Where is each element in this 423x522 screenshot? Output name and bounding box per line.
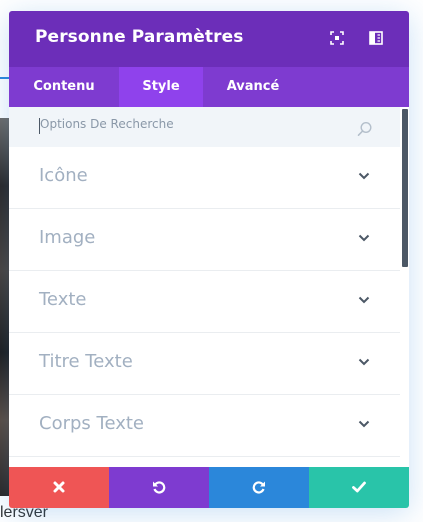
check-icon (352, 481, 366, 493)
section-label: Icône (39, 165, 88, 186)
chevron-down-icon (358, 234, 370, 242)
redo-button[interactable] (209, 467, 309, 508)
search-input[interactable]: Options De Recherche (40, 117, 340, 131)
tab-contenu[interactable]: Contenu (9, 67, 119, 107)
section-label: Image (39, 227, 96, 248)
chevron-down-icon (358, 172, 370, 180)
section-icone[interactable]: Icône (9, 147, 400, 209)
search-icon[interactable] (357, 121, 373, 137)
expand-icon[interactable] (330, 31, 344, 45)
undo-button[interactable] (109, 467, 209, 508)
settings-modal: Personne Paramètres Contenu Style Avancé… (9, 11, 409, 508)
split-view-icon[interactable] (369, 31, 383, 45)
section-label: Texte (39, 289, 87, 310)
tab-avance[interactable]: Avancé (203, 67, 303, 107)
modal-title: Personne Paramètres (35, 27, 244, 47)
settings-sections: Icône Image Texte Titre Texte Corps Text… (9, 147, 400, 467)
tab-style[interactable]: Style (119, 67, 203, 107)
undo-icon (153, 481, 166, 494)
save-button[interactable] (309, 467, 409, 508)
section-corps-texte[interactable]: Corps Texte (9, 395, 400, 457)
search-bar: Options De Recherche (9, 107, 400, 147)
redo-icon (252, 481, 265, 494)
chevron-down-icon (358, 296, 370, 304)
section-texte[interactable]: Texte (9, 271, 400, 333)
chevron-down-icon (358, 420, 370, 428)
tab-bar: Contenu Style Avancé (9, 67, 409, 107)
close-icon (53, 481, 65, 493)
chevron-down-icon (358, 358, 370, 366)
section-image[interactable]: Image (9, 209, 400, 271)
section-titre-texte[interactable]: Titre Texte (9, 333, 400, 395)
modal-header: Personne Paramètres (9, 11, 409, 67)
section-label: Corps Texte (39, 413, 144, 434)
modal-footer (9, 467, 409, 508)
scrollbar-thumb[interactable] (402, 109, 408, 267)
discard-button[interactable] (9, 467, 109, 508)
section-label: Titre Texte (39, 351, 133, 372)
